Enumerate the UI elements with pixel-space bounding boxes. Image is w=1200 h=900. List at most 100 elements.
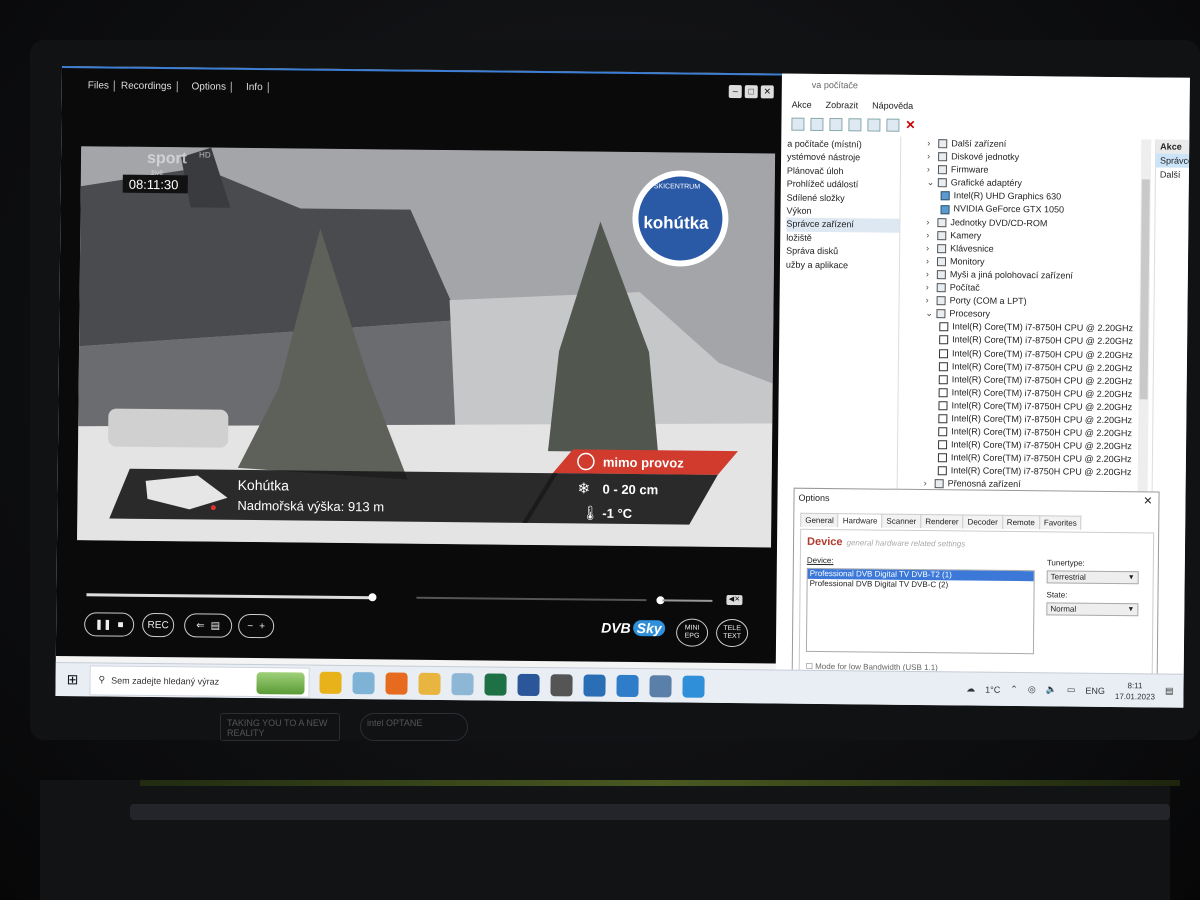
tab-hardware[interactable]: Hardware <box>837 513 883 528</box>
nav-item[interactable]: užby a aplikace <box>786 258 899 273</box>
calculator-icon[interactable] <box>550 673 573 696</box>
video-frame[interactable]: 08:11:30 sport sport HD živě SKICENTRUM … <box>77 146 776 548</box>
menu-recordings[interactable]: Recordings <box>120 80 178 93</box>
nav-item[interactable]: Správce zařízení <box>786 217 900 233</box>
volume-down-icon[interactable]: − <box>247 620 253 631</box>
snow-depth: 0 - 20 cm <box>603 482 659 498</box>
nav-item[interactable]: ystémové nástroje <box>787 151 900 166</box>
seek-handle[interactable] <box>368 593 377 602</box>
battery-icon[interactable]: ▭ <box>1067 685 1076 696</box>
chrome-icon[interactable] <box>319 671 342 694</box>
word-icon[interactable] <box>517 673 540 696</box>
device-list[interactable]: Professional DVB Digital TV DVB-T2 (1) Pr… <box>805 567 1035 655</box>
nav-item[interactable]: Správa disků <box>786 245 899 260</box>
tab-scanner[interactable]: Scanner <box>881 513 922 529</box>
menu-zobrazit[interactable]: Zobrazit <box>826 100 859 116</box>
windows-start-icon[interactable]: ⊞ <box>55 671 89 688</box>
chevron-down-icon[interactable]: ⌄ <box>927 176 935 189</box>
nav-item[interactable]: Sdílené složky <box>787 191 900 206</box>
taskbar-clock[interactable]: 8:11 17.01.2023 <box>1115 680 1155 702</box>
processor-icon <box>938 427 948 437</box>
chevron-right-icon[interactable]: › <box>926 255 933 268</box>
chevron-right-icon[interactable]: › <box>927 163 934 176</box>
processor-icon <box>938 361 948 371</box>
taskbar-search[interactable]: ⚲ Sem zadejte hledaný výraz <box>89 664 310 698</box>
action-item[interactable]: Další <box>1156 167 1189 181</box>
maximize-button[interactable]: □ <box>744 85 758 99</box>
back-icon[interactable] <box>791 117 805 131</box>
menu-files[interactable]: Files <box>87 80 115 92</box>
forward-icon[interactable] <box>810 117 824 131</box>
device-label: Grafické adaptéry <box>950 177 1022 189</box>
laptop-hinge <box>130 804 1170 820</box>
notepad-icon[interactable] <box>451 672 474 695</box>
paint-icon[interactable] <box>352 671 375 694</box>
nav-item[interactable]: Výkon <box>786 205 899 220</box>
menu-napoveda[interactable]: Nápověda <box>872 100 913 116</box>
nav-item[interactable]: a počítače (místní) <box>787 138 900 153</box>
device-category-icon <box>936 257 947 267</box>
uninstall-icon[interactable]: ✕ <box>905 118 918 132</box>
tab-remote[interactable]: Remote <box>1001 514 1040 530</box>
excel-icon[interactable] <box>484 672 507 696</box>
chevron-right-icon[interactable]: › <box>926 229 933 242</box>
tab-decoder[interactable]: Decoder <box>962 514 1003 529</box>
weather-text[interactable]: 1°C <box>985 684 1000 694</box>
chevron-right-icon[interactable]: › <box>927 137 934 150</box>
state-select[interactable]: Normal ▼ <box>1046 602 1139 617</box>
explorer-icon[interactable] <box>418 672 441 695</box>
network-icon[interactable]: ◎ <box>1028 684 1036 695</box>
scan-icon[interactable] <box>867 118 881 132</box>
tab-general[interactable]: General <box>800 512 839 528</box>
lang-indicator[interactable]: ENG <box>1085 685 1105 695</box>
notification-icon[interactable]: ▤ <box>1165 686 1174 697</box>
mute-button[interactable]: ◀✕ <box>726 594 743 606</box>
close-icon[interactable]: ✕ <box>1143 494 1152 507</box>
chevron-right-icon[interactable]: › <box>926 268 933 281</box>
dvbsky-icon[interactable] <box>682 675 705 698</box>
seek-bar[interactable] <box>86 593 373 600</box>
stop-icon[interactable]: ■ <box>117 619 123 630</box>
tab-favorites[interactable]: Favorites <box>1038 515 1082 530</box>
mini-epg-button[interactable]: MINI EPG <box>675 618 709 647</box>
action-item[interactable]: Správce z <box>1155 153 1190 168</box>
menu-options[interactable]: Options <box>191 81 233 93</box>
chevron-right-icon[interactable]: › <box>926 216 933 229</box>
rec-button[interactable]: REC <box>142 612 175 638</box>
mail-icon[interactable] <box>583 673 606 697</box>
device-list-item[interactable]: Professional DVB Digital TV DVB-C (2) <box>808 579 1034 591</box>
processor-icon <box>938 401 948 411</box>
teletext-button[interactable]: TELE TEXT <box>715 618 749 648</box>
chevron-up-icon[interactable]: ⌃ <box>1010 684 1018 695</box>
weather-icon[interactable]: ☁ <box>966 684 975 695</box>
nav-item[interactable]: Plánovač úloh <box>787 164 900 179</box>
menu-akce[interactable]: Akce <box>792 100 812 116</box>
install-icon[interactable] <box>649 674 672 697</box>
chevron-right-icon[interactable]: › <box>927 150 934 163</box>
device-category[interactable]: ⌄ Procesory <box>915 307 1135 322</box>
menu-info[interactable]: Info <box>245 81 269 94</box>
update-driver-icon[interactable] <box>886 118 900 132</box>
device-category-icon <box>936 296 946 306</box>
tunertype-select[interactable]: Terrestrial ▼ <box>1046 570 1139 585</box>
minimize-button[interactable]: – <box>728 84 742 99</box>
chevron-right-icon[interactable]: › <box>926 281 933 294</box>
channel-list-button[interactable]: ⇐ ▤ <box>184 613 233 638</box>
chevron-right-icon[interactable]: › <box>926 242 933 255</box>
volume-up-icon[interactable]: + <box>259 621 265 632</box>
pause-icon[interactable]: ❚❚ <box>95 619 112 630</box>
firefox-icon[interactable] <box>385 671 408 695</box>
device-category[interactable]: ⌄ Grafické adaptéry <box>917 176 1137 191</box>
seek-bar-remaining[interactable] <box>416 596 647 602</box>
chevron-right-icon[interactable]: › <box>926 294 933 307</box>
vscode-icon[interactable] <box>616 674 639 697</box>
volume-slider[interactable] <box>662 599 713 602</box>
nav-item[interactable]: ložiště <box>786 231 899 246</box>
speaker-icon[interactable]: 🔈 <box>1046 684 1057 695</box>
nav-item[interactable]: Prohlížeč událostí <box>787 178 900 193</box>
chevron-down-icon[interactable]: ⌄ <box>925 307 933 320</box>
help-icon[interactable] <box>848 118 862 132</box>
close-button[interactable]: ✕ <box>760 85 774 99</box>
properties-icon[interactable] <box>829 118 843 132</box>
tab-renderer[interactable]: Renderer <box>920 514 964 529</box>
